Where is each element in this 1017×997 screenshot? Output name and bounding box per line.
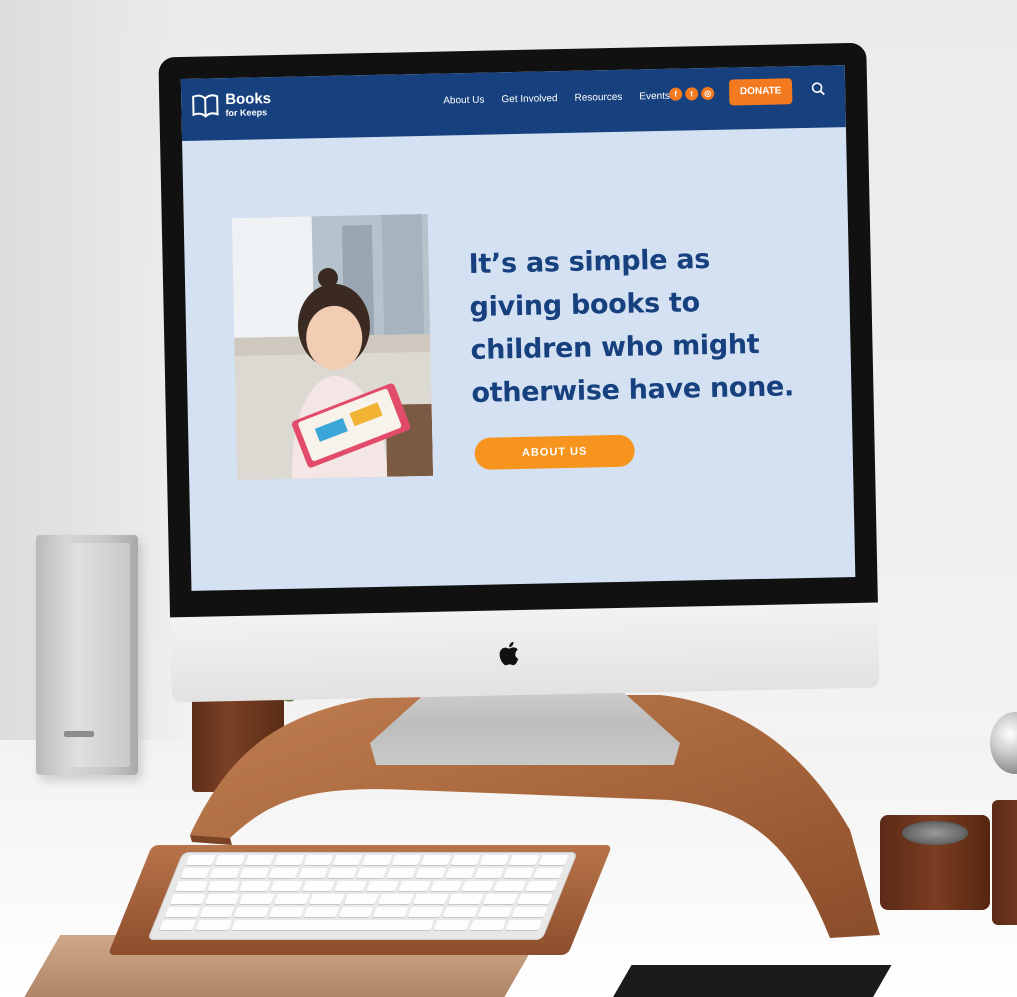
instagram-icon[interactable]: ◎ [701,86,715,101]
logo-title: Books [225,90,272,109]
monitor-bezel: Books for Keeps About Us Get Involved Re… [158,42,878,618]
website-screen: Books for Keeps About Us Get Involved Re… [180,65,856,591]
hero-photo-illustration [231,213,434,480]
hero-headline: It’s as simple as giving books to childr… [468,243,795,409]
wooden-block [992,800,1017,925]
speaker-badge [64,731,94,737]
imac-monitor: Books for Keeps About Us Get Involved Re… [158,42,880,703]
logo-subtitle: for Keeps [225,107,268,119]
search-icon[interactable] [811,82,825,96]
twitter-icon[interactable]: t [685,87,699,101]
open-book-icon [192,94,219,118]
candle-holder-opening [902,821,968,845]
nav-get-involved[interactable]: Get Involved [501,93,557,105]
site-header: Books for Keeps About Us Get Involved Re… [180,65,846,142]
nav-resources[interactable]: Resources [574,92,622,104]
social-links: f t ◎ [669,86,715,101]
main-nav: About Us Get Involved Resources Events [443,91,670,107]
desk-scene: Books for Keeps About Us Get Involved Re… [0,0,1017,997]
speaker [36,535,138,775]
facebook-icon[interactable]: f [669,87,683,101]
wooden-candle-holder [880,815,990,910]
nav-about-us[interactable]: About Us [443,95,484,107]
books-for-keeps-logo[interactable]: Books for Keeps [191,90,272,119]
about-us-button[interactable]: ABOUT US [474,434,635,470]
tablet-device [608,965,892,997]
girl-reading-photo [231,213,434,480]
nav-events[interactable]: Events [639,91,670,103]
apple-logo-icon [499,641,519,666]
keyboard [147,852,578,940]
donate-button[interactable]: DONATE [728,78,793,106]
